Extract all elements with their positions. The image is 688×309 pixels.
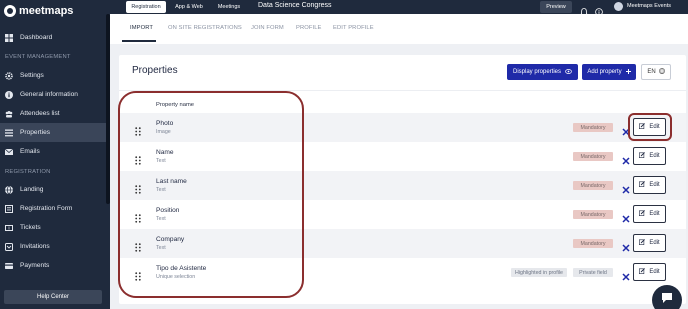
event-title: Data Science Congress — [258, 2, 332, 9]
close-icon[interactable] — [622, 239, 630, 252]
edit-button[interactable]: Edit — [633, 205, 666, 223]
info-icon — [5, 90, 13, 99]
help-center-button[interactable]: Help Center — [4, 290, 102, 304]
dashboard-icon — [5, 33, 13, 42]
sidebar-item-label: Settings — [20, 72, 44, 79]
mandatory-badge: Mandatory — [573, 210, 613, 219]
sidebar-section-title: REGISTRATION — [5, 169, 51, 175]
sidebar-item-invitations[interactable]: Invitations — [0, 237, 106, 256]
sidebar-item-label: Registration Form — [20, 205, 73, 212]
edit-icon — [639, 210, 646, 218]
tab-meetings[interactable]: Meetings — [212, 1, 246, 13]
active-tab-indicator — [122, 40, 156, 42]
private-badge: Private field — [573, 268, 613, 277]
users-icon — [5, 110, 13, 118]
sidebar-item-label: Invitations — [20, 243, 50, 250]
sidebar-item-label: Payments — [20, 262, 50, 269]
subtab-edit-profile[interactable]: EDIT PROFILE — [333, 25, 374, 31]
sidebar-item-settings[interactable]: Settings — [0, 66, 106, 85]
highlight-outline-edit-button — [628, 113, 672, 141]
close-icon[interactable] — [622, 152, 630, 165]
plus-icon — [625, 68, 631, 76]
sidebar-item-general-information[interactable]: General information — [0, 85, 106, 104]
sidebar-item-dashboard[interactable]: Dashboard — [0, 28, 106, 47]
subtab-import[interactable]: IMPORT — [130, 25, 153, 31]
sidebar-section-title: EVENT MANAGEMENT — [5, 54, 71, 60]
tab-registration[interactable]: Registration — [126, 1, 166, 13]
gear-icon — [5, 71, 13, 80]
subtab-join-form[interactable]: JOIN FORM — [251, 25, 284, 31]
sidebar-item-label: Emails — [20, 148, 40, 155]
subtab-on-site-registrations[interactable]: ON SITE REGISTRATIONS — [168, 25, 242, 31]
sidebar: meetmaps Dashboard EVENT MANAGEMENT Sett… — [0, 0, 110, 309]
display-properties-button[interactable]: Display properties — [507, 64, 578, 80]
card-icon — [5, 262, 13, 270]
ticket-icon — [5, 224, 13, 232]
edit-button[interactable]: Edit — [633, 176, 666, 194]
tab-app-web[interactable]: App & Web — [170, 1, 208, 13]
edit-button[interactable]: Edit — [633, 234, 666, 252]
preview-button[interactable]: Preview — [540, 1, 572, 13]
edit-label: Edit — [649, 182, 660, 188]
edit-icon — [639, 268, 646, 276]
invitation-icon — [5, 242, 13, 251]
edit-icon — [639, 152, 646, 160]
sidebar-item-label: Dashboard — [20, 34, 53, 41]
form-icon — [5, 204, 13, 213]
edit-label: Edit — [649, 153, 660, 159]
language-label: EN — [647, 69, 656, 75]
sidebar-item-properties[interactable]: Properties — [0, 123, 106, 142]
chat-widget-button[interactable] — [652, 285, 682, 309]
subtab-bar: IMPORT ON SITE REGISTRATIONS JOIN FORM P… — [110, 14, 688, 44]
brand-name: meetmaps — [19, 5, 74, 17]
mail-icon — [5, 148, 13, 156]
edit-icon — [639, 239, 646, 247]
globe-icon — [658, 68, 665, 76]
subtab-profile[interactable]: PROFILE — [296, 25, 322, 31]
highlighted-badge: Highlighted in profile — [511, 268, 567, 277]
language-selector[interactable]: EN — [641, 64, 671, 80]
sidebar-item-label: Attendees list — [20, 110, 60, 117]
logo-icon — [4, 5, 16, 17]
sidebar-item-registration-form[interactable]: Registration Form — [0, 199, 106, 218]
chat-icon — [661, 291, 673, 309]
button-label: Display properties — [512, 69, 562, 75]
info-icon[interactable] — [595, 3, 603, 16]
brand-logo[interactable]: meetmaps — [4, 3, 110, 19]
sidebar-item-payments[interactable]: Payments — [0, 256, 106, 275]
add-property-button[interactable]: Add property — [582, 64, 636, 80]
sidebar-item-label: Tickets — [20, 224, 41, 231]
sidebar-item-label: General information — [20, 91, 78, 98]
top-bar: Registration App & Web Meetings Data Sci… — [110, 0, 688, 16]
close-icon[interactable] — [622, 268, 630, 281]
sidebar-item-tickets[interactable]: Tickets — [0, 218, 106, 237]
edit-icon — [639, 181, 646, 189]
list-icon — [5, 129, 13, 137]
page-title: Properties — [132, 65, 178, 76]
globe-icon — [5, 185, 13, 194]
eye-icon — [565, 68, 572, 76]
avatar[interactable] — [614, 2, 623, 11]
sidebar-item-label: Landing — [20, 186, 44, 193]
edit-button[interactable]: Edit — [633, 263, 666, 281]
mandatory-badge: Mandatory — [573, 181, 613, 190]
edit-label: Edit — [649, 269, 660, 275]
user-name[interactable]: Meetmaps Events — [627, 3, 671, 9]
mandatory-badge: Mandatory — [573, 123, 613, 132]
bell-icon[interactable] — [579, 3, 589, 15]
mandatory-badge: Mandatory — [573, 239, 613, 248]
edit-label: Edit — [649, 211, 660, 217]
sidebar-item-landing[interactable]: Landing — [0, 180, 106, 199]
highlight-outline-property-list — [118, 91, 304, 298]
button-label: Add property — [587, 69, 622, 75]
close-icon[interactable] — [622, 210, 630, 223]
sidebar-item-label: Properties — [20, 129, 51, 136]
edit-label: Edit — [649, 240, 660, 246]
mandatory-badge: Mandatory — [573, 152, 613, 161]
sidebar-item-emails[interactable]: Emails — [0, 142, 106, 161]
sidebar-item-attendees-list[interactable]: Attendees list — [0, 104, 106, 123]
close-icon[interactable] — [622, 181, 630, 194]
edit-button[interactable]: Edit — [633, 147, 666, 165]
